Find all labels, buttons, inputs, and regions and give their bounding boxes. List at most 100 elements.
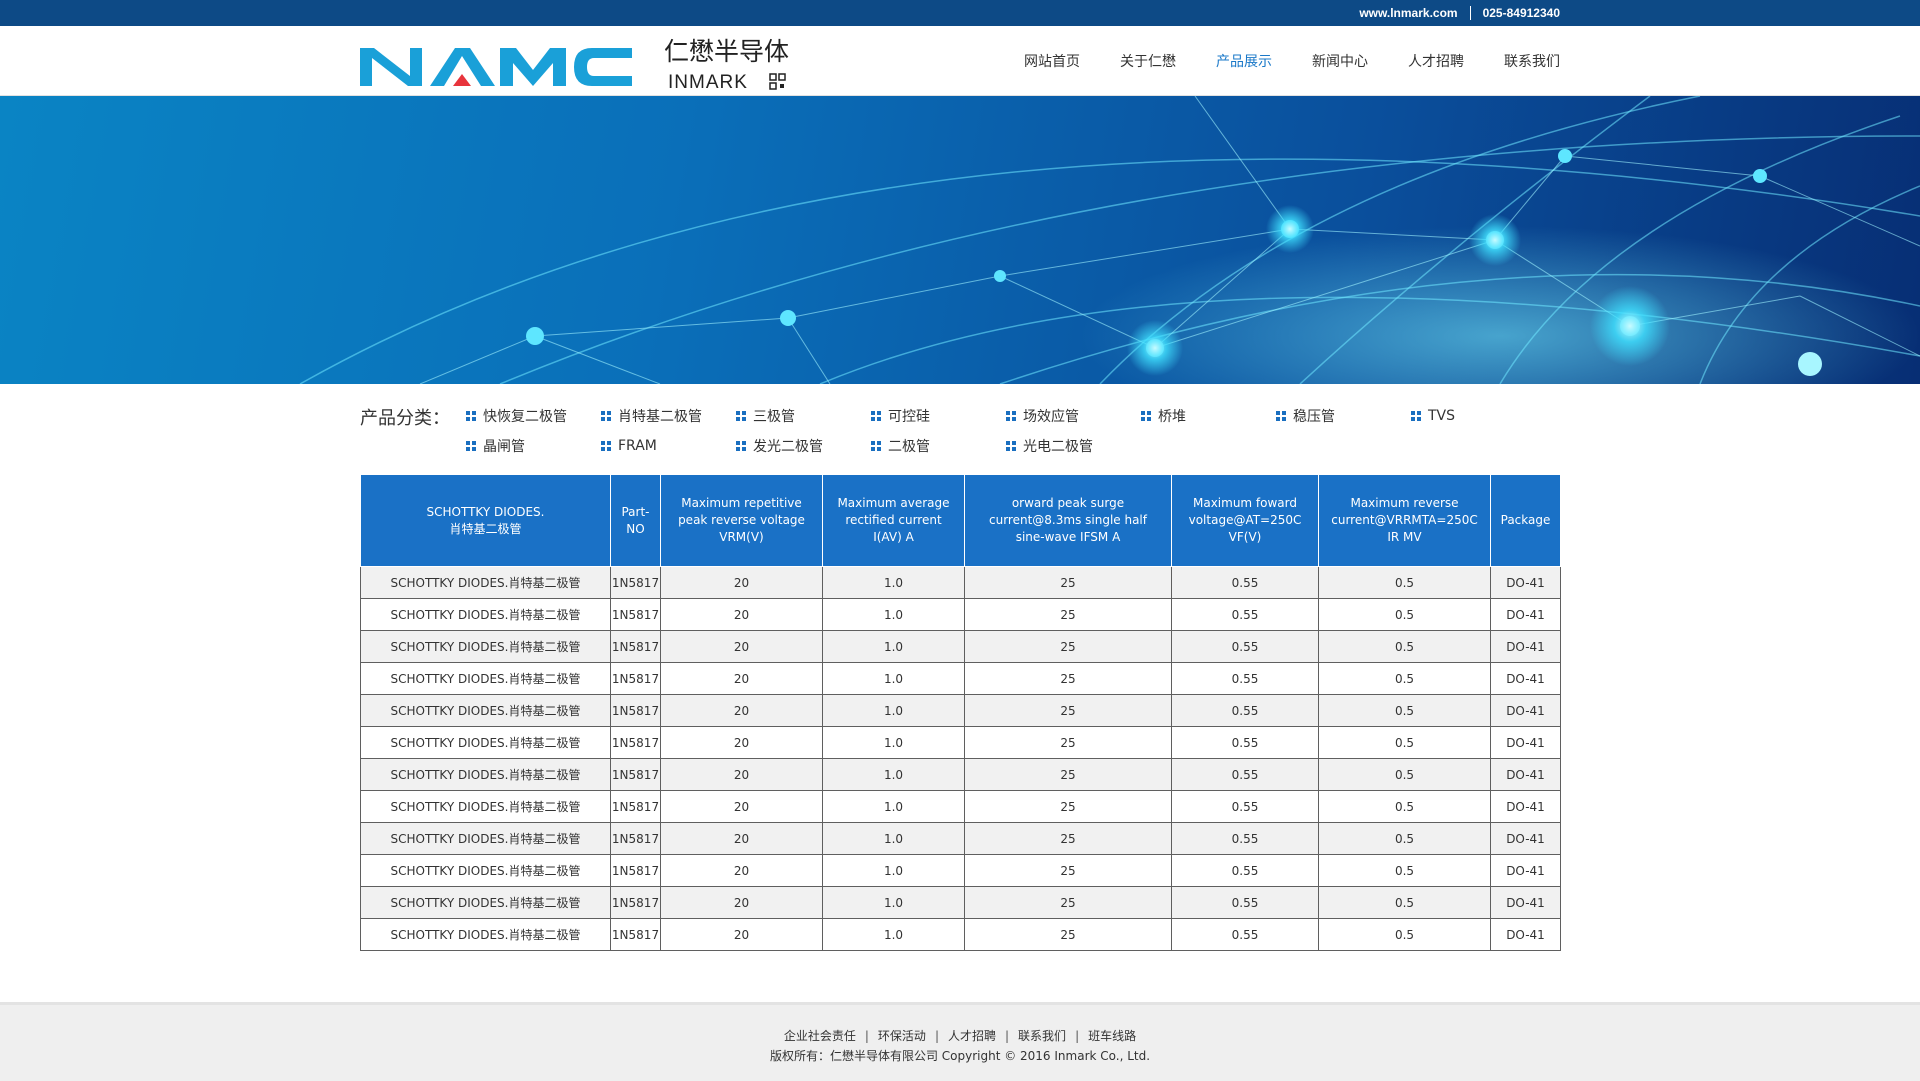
table-row: SCHOTTKY DIODES.肖特基二极管 1N5817 20 1.0 25 0.55 0… bbox=[360, 566, 1561, 599]
category-zener-diode[interactable]: 稳压管 bbox=[1276, 406, 1411, 426]
cell-vrm: 20 bbox=[660, 758, 823, 791]
nav-contact[interactable]: 联系我们 bbox=[1504, 51, 1560, 71]
cell-part-no: 1N5817 bbox=[610, 822, 661, 855]
category-fast-recovery-diode[interactable]: 快恢复二极管 bbox=[466, 406, 601, 426]
qr-icon bbox=[769, 73, 786, 90]
cell-part-no: 1N5817 bbox=[610, 758, 661, 791]
logo-en-name: INMARK bbox=[668, 72, 748, 92]
category-transistor[interactable]: 三极管 bbox=[736, 406, 871, 426]
category-mosfet[interactable]: 场效应管 bbox=[1006, 406, 1141, 426]
category-bridge-rectifier[interactable]: 桥堆 bbox=[1141, 406, 1276, 426]
table-row: SCHOTTKY DIODES.肖特基二极管 1N5817 20 1.0 25 0.55 0… bbox=[360, 598, 1561, 631]
footer-divider: | bbox=[864, 1029, 869, 1043]
grid-square-icon bbox=[736, 411, 746, 421]
category-led[interactable]: 发光二极管 bbox=[736, 436, 871, 456]
cell-ir: 0.5 bbox=[1318, 630, 1491, 663]
site-header: 仁懋半导体 INMARK 网站首页 关于仁懋 产品展示 新闻中心 人才招聘 联系… bbox=[0, 26, 1920, 96]
product-categories: 产品分类： 快恢复二极管 肖特基二极管 三极管 可控硅 场效应管 桥堆 稳压管 … bbox=[360, 404, 1560, 464]
footer-link-shuttle[interactable]: 班车线路 bbox=[1088, 1029, 1136, 1043]
cell-package: DO-41 bbox=[1490, 726, 1561, 759]
cell-iav: 1.0 bbox=[822, 726, 965, 759]
category-thyristor[interactable]: 晶闸管 bbox=[466, 436, 601, 456]
table-row: SCHOTTKY DIODES.肖特基二极管 1N5817 20 1.0 25 0.55 0… bbox=[360, 726, 1561, 759]
table-header-row: SCHOTTKY DIODES. 肖特基二极管 Part- NO Maximum… bbox=[360, 474, 1561, 567]
footer-link-contact[interactable]: 联系我们 bbox=[1018, 1029, 1066, 1043]
footer-link-environment[interactable]: 环保活动 bbox=[878, 1029, 926, 1043]
cell-ir: 0.5 bbox=[1318, 854, 1491, 887]
cell-series: SCHOTTKY DIODES.肖特基二极管 bbox=[360, 854, 611, 887]
cell-vrm: 20 bbox=[660, 694, 823, 727]
nav-careers[interactable]: 人才招聘 bbox=[1408, 51, 1464, 71]
col-header-part-no: Part- NO bbox=[610, 474, 661, 567]
logo-cn-name: 仁懋半导体 bbox=[664, 37, 789, 66]
site-logo[interactable]: 仁懋半导体 INMARK bbox=[360, 36, 810, 92]
grid-square-icon bbox=[1276, 411, 1286, 421]
top-contact: www.lnmark.com 025-84912340 bbox=[1359, 0, 1560, 26]
nav-news[interactable]: 新闻中心 bbox=[1312, 51, 1368, 71]
category-diode[interactable]: 二极管 bbox=[871, 436, 1006, 456]
main-nav: 网站首页 关于仁懋 产品展示 新闻中心 人才招聘 联系我们 bbox=[984, 26, 1560, 96]
cell-ifsm: 25 bbox=[964, 630, 1172, 663]
cell-iav: 1.0 bbox=[822, 630, 965, 663]
cell-ir: 0.5 bbox=[1318, 758, 1491, 791]
cell-series: SCHOTTKY DIODES.肖特基二极管 bbox=[360, 726, 611, 759]
cell-series: SCHOTTKY DIODES.肖特基二极管 bbox=[360, 566, 611, 599]
category-scr[interactable]: 可控硅 bbox=[871, 406, 1006, 426]
cell-part-no: 1N5817 bbox=[610, 886, 661, 919]
cell-package: DO-41 bbox=[1490, 886, 1561, 919]
top-strip: www.lnmark.com 025-84912340 bbox=[0, 0, 1920, 26]
cell-vrm: 20 bbox=[660, 790, 823, 823]
footer-link-csr[interactable]: 企业社会责任 bbox=[784, 1029, 856, 1043]
col-header-series: SCHOTTKY DIODES. 肖特基二极管 bbox=[360, 474, 611, 567]
cell-ir: 0.5 bbox=[1318, 598, 1491, 631]
cell-ifsm: 25 bbox=[964, 662, 1172, 695]
cell-iav: 1.0 bbox=[822, 598, 965, 631]
cell-vrm: 20 bbox=[660, 886, 823, 919]
table-body: SCHOTTKY DIODES.肖特基二极管 1N5817 20 1.0 25 0.55 0… bbox=[360, 566, 1561, 951]
cell-vrm: 20 bbox=[660, 566, 823, 599]
cell-series: SCHOTTKY DIODES.肖特基二极管 bbox=[360, 598, 611, 631]
cell-vf: 0.55 bbox=[1171, 630, 1319, 663]
nav-products[interactable]: 产品展示 bbox=[1216, 51, 1272, 71]
category-tvs[interactable]: TVS bbox=[1411, 406, 1546, 426]
cell-series: SCHOTTKY DIODES.肖特基二极管 bbox=[360, 758, 611, 791]
cell-package: DO-41 bbox=[1490, 822, 1561, 855]
cell-vrm: 20 bbox=[660, 854, 823, 887]
cell-vf: 0.55 bbox=[1171, 918, 1319, 951]
cell-ir: 0.5 bbox=[1318, 886, 1491, 919]
cell-iav: 1.0 bbox=[822, 854, 965, 887]
grid-square-icon bbox=[871, 441, 881, 451]
category-photodiode[interactable]: 光电二极管 bbox=[1006, 436, 1141, 456]
cell-ifsm: 25 bbox=[964, 886, 1172, 919]
grid-square-icon bbox=[1006, 411, 1016, 421]
cell-ifsm: 25 bbox=[964, 854, 1172, 887]
cell-ifsm: 25 bbox=[964, 726, 1172, 759]
cell-package: DO-41 bbox=[1490, 918, 1561, 951]
footer-divider: | bbox=[934, 1029, 939, 1043]
category-fram[interactable]: FRAM bbox=[601, 436, 736, 456]
footer-divider: | bbox=[1005, 1029, 1010, 1043]
cell-iav: 1.0 bbox=[822, 694, 965, 727]
nav-home[interactable]: 网站首页 bbox=[1024, 51, 1080, 71]
footer-link-careers[interactable]: 人才招聘 bbox=[948, 1029, 996, 1043]
cell-series: SCHOTTKY DIODES.肖特基二极管 bbox=[360, 694, 611, 727]
grid-square-icon bbox=[871, 411, 881, 421]
table-row: SCHOTTKY DIODES.肖特基二极管 1N5817 20 1.0 25 0.55 0… bbox=[360, 630, 1561, 663]
namc-wordmark-icon bbox=[360, 48, 632, 86]
cell-vf: 0.55 bbox=[1171, 662, 1319, 695]
nav-about[interactable]: 关于仁懋 bbox=[1120, 51, 1176, 71]
cell-series: SCHOTTKY DIODES.肖特基二极管 bbox=[360, 886, 611, 919]
col-header-vf: Maximum foward voltage@AT=250C VF(V) bbox=[1171, 474, 1319, 567]
cell-package: DO-41 bbox=[1490, 630, 1561, 663]
cell-part-no: 1N5817 bbox=[610, 598, 661, 631]
cell-part-no: 1N5817 bbox=[610, 630, 661, 663]
cell-ir: 0.5 bbox=[1318, 822, 1491, 855]
category-list: 快恢复二极管 肖特基二极管 三极管 可控硅 场效应管 桥堆 稳压管 TVS 晶闸… bbox=[466, 406, 1466, 456]
cell-ir: 0.5 bbox=[1318, 918, 1491, 951]
cell-iav: 1.0 bbox=[822, 566, 965, 599]
category-schottky-diode[interactable]: 肖特基二极管 bbox=[601, 406, 736, 426]
cell-ifsm: 25 bbox=[964, 694, 1172, 727]
website-link[interactable]: www.lnmark.com bbox=[1359, 6, 1457, 20]
cell-series: SCHOTTKY DIODES.肖特基二极管 bbox=[360, 918, 611, 951]
cell-part-no: 1N5817 bbox=[610, 662, 661, 695]
